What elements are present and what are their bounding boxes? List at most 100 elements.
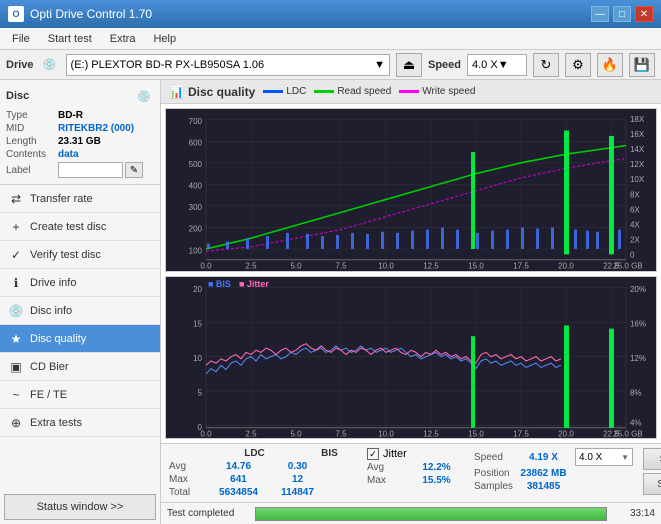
svg-text:14X: 14X bbox=[630, 144, 645, 154]
bis-header: BIS bbox=[302, 448, 357, 459]
chart-legend: LDC Read speed Write speed bbox=[263, 86, 475, 97]
app-title: Opti Drive Control 1.70 bbox=[30, 7, 152, 21]
drive-value: (E:) PLEXTOR BD-R PX-LB950SA 1.06 bbox=[71, 59, 265, 71]
svg-text:6X: 6X bbox=[630, 204, 640, 214]
sidebar-item-transfer-rate[interactable]: ⇄ Transfer rate bbox=[0, 185, 160, 213]
stats-area: LDC BIS Avg 14.76 0.30 Max 641 12 Total … bbox=[161, 443, 661, 502]
settings-button[interactable]: ⚙ bbox=[565, 53, 591, 77]
svg-text:600: 600 bbox=[189, 137, 203, 147]
speed-select[interactable]: 4.0 X ▼ bbox=[467, 54, 527, 76]
speed-dropdown[interactable]: 4.0 X ▼ bbox=[575, 448, 633, 466]
menu-help[interactable]: Help bbox=[145, 31, 184, 47]
bis-chart-svg: 20 15 10 5 0 20% 16% 12% 8% 4% 0.0 2.5 5… bbox=[166, 277, 656, 439]
menu-file[interactable]: File bbox=[4, 31, 38, 47]
sidebar-item-disc-info[interactable]: 💿 Disc info bbox=[0, 297, 160, 325]
minimize-button[interactable]: — bbox=[591, 6, 609, 22]
progress-label: Test completed bbox=[167, 508, 247, 519]
svg-text:2X: 2X bbox=[630, 234, 640, 244]
svg-text:20%: 20% bbox=[630, 283, 647, 293]
sidebar-item-fe-te[interactable]: ~ FE / TE bbox=[0, 381, 160, 409]
drive-label: Drive bbox=[6, 59, 34, 71]
speed-dropdown-arrow: ▼ bbox=[621, 453, 629, 462]
svg-text:0.0: 0.0 bbox=[200, 428, 211, 438]
disc-label-row: Label ✎ bbox=[6, 162, 154, 178]
samples-value: 381485 bbox=[516, 481, 571, 492]
disc-mid-value: RITEKBR2 (000) bbox=[58, 123, 134, 134]
jitter-checkbox[interactable]: ✓ bbox=[367, 448, 379, 460]
svg-text:20: 20 bbox=[193, 283, 202, 293]
nav-item-extra-tests-label: Extra tests bbox=[30, 417, 82, 429]
sidebar-item-drive-info[interactable]: ℹ Drive info bbox=[0, 269, 160, 297]
sidebar-item-create-test-disc[interactable]: + Create test disc bbox=[0, 213, 160, 241]
jitter-avg: 12.2% bbox=[409, 462, 464, 473]
verify-test-disc-icon: ✓ bbox=[8, 247, 24, 263]
start-part-label: Start part bbox=[657, 479, 661, 490]
drive-dropdown-arrow: ▼ bbox=[374, 59, 385, 71]
sidebar-item-disc-quality[interactable]: ★ Disc quality bbox=[0, 325, 160, 353]
legend-write-speed: Write speed bbox=[399, 86, 475, 97]
legend-ldc-label: LDC bbox=[286, 86, 306, 97]
svg-text:100: 100 bbox=[189, 245, 203, 255]
sidebar-item-verify-test-disc[interactable]: ✓ Verify test disc bbox=[0, 241, 160, 269]
legend-read-speed-color bbox=[314, 90, 334, 93]
drive-select[interactable]: (E:) PLEXTOR BD-R PX-LB950SA 1.06 ▼ bbox=[66, 54, 390, 76]
right-panel: 📊 Disc quality LDC Read speed Write spee… bbox=[161, 80, 661, 524]
position-label: Position bbox=[474, 468, 512, 479]
content-header: 📊 Disc quality LDC Read speed Write spee… bbox=[161, 80, 661, 104]
sidebar-item-extra-tests[interactable]: ⊕ Extra tests bbox=[0, 409, 160, 437]
svg-text:10X: 10X bbox=[630, 174, 645, 184]
maximize-button[interactable]: □ bbox=[613, 6, 631, 22]
svg-text:300: 300 bbox=[189, 202, 203, 212]
burn-button[interactable]: 🔥 bbox=[597, 53, 623, 77]
menu-extra[interactable]: Extra bbox=[102, 31, 144, 47]
start-full-button[interactable]: Start full bbox=[643, 448, 661, 470]
speed-dropdown-value: 4.0 X bbox=[579, 452, 602, 463]
svg-text:5.0: 5.0 bbox=[290, 428, 301, 438]
disc-info-icon: 💿 bbox=[8, 303, 24, 319]
max-label: Max bbox=[169, 474, 207, 485]
ldc-chart: 700 600 500 400 300 200 100 18X 16X 14X … bbox=[165, 108, 657, 272]
total-label: Total bbox=[169, 487, 207, 498]
disc-length-value: 23.31 GB bbox=[58, 136, 101, 147]
svg-text:18X: 18X bbox=[630, 114, 645, 124]
start-part-button[interactable]: Start part bbox=[643, 473, 661, 495]
svg-text:200: 200 bbox=[189, 223, 203, 233]
legend-ldc-color bbox=[263, 90, 283, 93]
svg-text:12X: 12X bbox=[630, 159, 645, 169]
status-window-button[interactable]: Status window >> bbox=[4, 494, 156, 520]
nav-item-fe-te-label: FE / TE bbox=[30, 389, 67, 401]
svg-text:7.5: 7.5 bbox=[335, 428, 346, 438]
eject-button[interactable]: ⏏ bbox=[396, 53, 422, 77]
disc-label-input[interactable] bbox=[58, 162, 123, 178]
svg-text:0: 0 bbox=[630, 249, 635, 259]
status-window-label: Status window >> bbox=[37, 501, 124, 513]
disc-quality-icon: ★ bbox=[8, 331, 24, 347]
refresh-button[interactable]: ↻ bbox=[533, 53, 559, 77]
jitter-max-row: Max 15.5% bbox=[367, 475, 464, 486]
svg-text:12.5: 12.5 bbox=[423, 428, 439, 438]
close-button[interactable]: ✕ bbox=[635, 6, 653, 22]
disc-label-edit-button[interactable]: ✎ bbox=[125, 162, 143, 178]
save-button[interactable]: 💾 bbox=[629, 53, 655, 77]
disc-contents-row: Contents data bbox=[6, 149, 154, 160]
disc-type-value: BD-R bbox=[58, 110, 83, 121]
legend-read-speed-label: Read speed bbox=[337, 86, 391, 97]
drivebar: Drive 💿 (E:) PLEXTOR BD-R PX-LB950SA 1.0… bbox=[0, 50, 661, 80]
samples-row: Samples 381485 bbox=[474, 481, 633, 492]
disc-mid-row: MID RITEKBR2 (000) bbox=[6, 123, 154, 134]
speed-section: Speed 4.19 X 4.0 X ▼ Position 23862 MB S… bbox=[474, 448, 633, 492]
speed-value: 4.0 X bbox=[472, 59, 498, 71]
speed-stat-value: 4.19 X bbox=[516, 452, 571, 463]
svg-text:7.5: 7.5 bbox=[335, 260, 346, 270]
progress-area: Test completed 33:14 bbox=[161, 502, 661, 524]
ldc-header: LDC bbox=[227, 448, 282, 459]
bis-jitter-chart: ■ BIS ■ Jitter bbox=[165, 276, 657, 440]
menu-start-test[interactable]: Start test bbox=[40, 31, 100, 47]
extra-tests-icon: ⊕ bbox=[8, 415, 24, 431]
create-test-disc-icon: + bbox=[8, 219, 24, 235]
menubar: File Start test Extra Help bbox=[0, 28, 661, 50]
charts-area: 700 600 500 400 300 200 100 18X 16X 14X … bbox=[161, 104, 661, 443]
svg-text:16%: 16% bbox=[630, 318, 647, 328]
max-bis: 12 bbox=[270, 474, 325, 485]
sidebar-item-cd-bier[interactable]: ▣ CD Bier bbox=[0, 353, 160, 381]
